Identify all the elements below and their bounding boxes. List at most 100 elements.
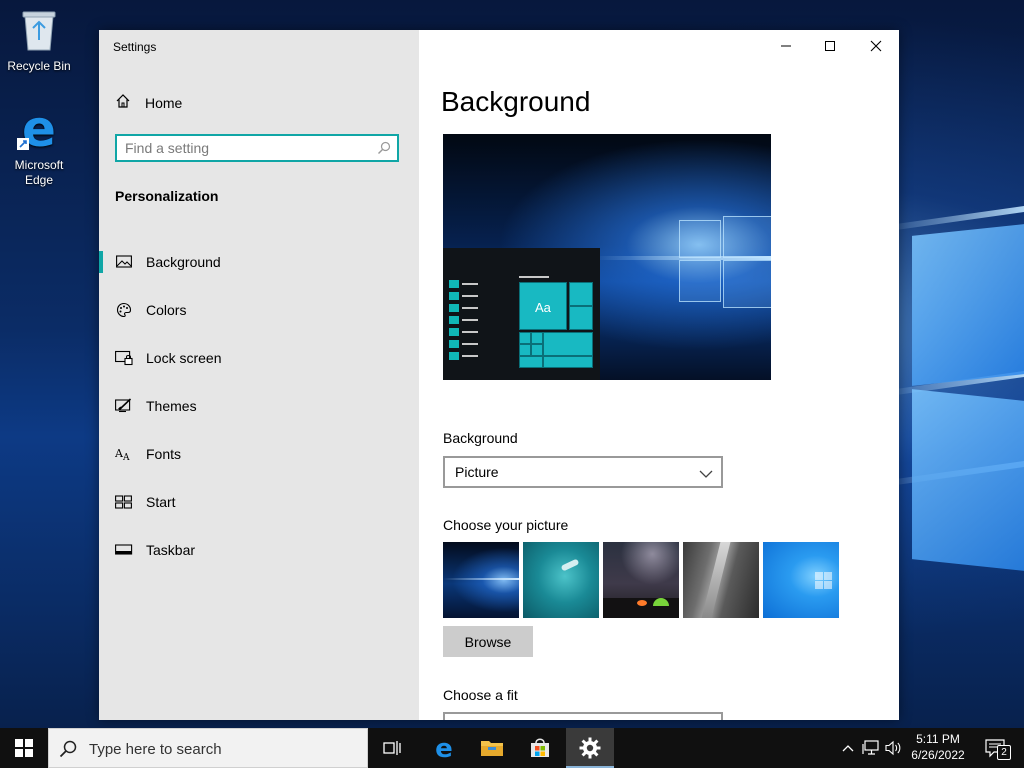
preview-light-beam	[593, 256, 771, 260]
taskbar-search-box[interactable]: Type here to search	[48, 728, 368, 768]
preview-app-icon	[449, 340, 459, 348]
wallpaper-thumbnail-windows-light[interactable]	[763, 542, 839, 618]
svg-text:e: e	[435, 736, 453, 760]
preview-tile	[543, 356, 593, 368]
edge-icon: e	[435, 736, 453, 760]
sidebar-item-label: Lock screen	[146, 350, 222, 366]
preview-window-pane	[679, 220, 721, 258]
thumbnail-campfire	[637, 600, 647, 606]
preview-app-line	[462, 283, 478, 285]
background-type-dropdown[interactable]: Picture	[443, 456, 723, 488]
preview-app-icon	[449, 352, 459, 360]
taskbar-app-store[interactable]	[516, 728, 564, 768]
background-type-label: Background	[443, 430, 518, 446]
content-pane: Background Aa Background Picture Choose …	[419, 30, 899, 720]
taskbar-app-edge[interactable]: e	[420, 728, 468, 768]
store-icon	[531, 738, 549, 757]
preview-window-pane	[679, 260, 721, 302]
preview-app-line	[462, 355, 478, 357]
sidebar-item-start[interactable]: Start	[99, 478, 419, 526]
preview-start-menu: Aa	[443, 248, 600, 380]
clock-time: 5:11 PM	[916, 732, 960, 746]
page-title: Background	[441, 86, 591, 117]
background-preview: Aa	[443, 134, 771, 380]
sidebar-item-home[interactable]: Home	[115, 92, 182, 114]
chevron-down-icon	[699, 466, 713, 484]
wallpaper-thumbnail-windows[interactable]	[443, 542, 519, 618]
preview-app-icon	[449, 280, 459, 288]
wallpaper-thumbnail-cliff[interactable]	[683, 542, 759, 618]
preview-app-line	[462, 331, 478, 333]
desktop-icon-microsoft-edge[interactable]: e Microsoft Edge	[0, 100, 78, 188]
chevron-up-icon	[842, 745, 854, 752]
section-title: Personalization	[115, 188, 219, 204]
taskbar: Type here to search e 5:11 PM 6/26/2022 …	[0, 728, 1024, 768]
network-tray-button[interactable]	[861, 738, 881, 758]
search-icon[interactable]	[377, 141, 391, 160]
settings-search-input[interactable]	[125, 139, 365, 157]
taskbar-icon	[115, 541, 133, 559]
taskbar-app-file-explorer[interactable]	[468, 728, 516, 768]
themes-icon	[115, 397, 133, 415]
taskbar-clock[interactable]: 5:11 PM 6/26/2022	[906, 731, 970, 763]
volume-tray-button[interactable]	[884, 738, 904, 758]
network-icon	[862, 740, 879, 755]
preview-tile	[569, 306, 593, 330]
thumbnail-logo-pane	[824, 581, 832, 589]
choose-fit-dropdown[interactable]	[443, 712, 723, 720]
lock-screen-icon	[115, 349, 133, 367]
sidebar-item-taskbar[interactable]: Taskbar	[99, 526, 419, 574]
sidebar-item-background[interactable]: Background	[99, 238, 419, 286]
sidebar-item-fonts[interactable]: AA Fonts	[99, 430, 419, 478]
desktop-icon-recycle-bin[interactable]: Recycle Bin	[0, 8, 78, 73]
preview-app-line	[462, 343, 478, 345]
taskbar-app-settings[interactable]	[566, 728, 614, 768]
sidebar-nav: Background Colors Lock screen Themes A A…	[99, 238, 419, 574]
clock-date: 6/26/2022	[911, 748, 965, 762]
notification-count-badge: 2	[997, 745, 1011, 760]
thumbnail-light-beam	[443, 578, 519, 580]
folder-icon	[481, 741, 503, 756]
settings-window: Settings Home Personalization Background	[99, 30, 899, 720]
sidebar-item-themes[interactable]: Themes	[99, 382, 419, 430]
preview-tile	[531, 332, 543, 344]
speaker-icon	[885, 740, 901, 756]
edge-icon: e	[15, 100, 63, 158]
preview-app-line	[519, 276, 549, 278]
wallpaper-thumbnail-underwater[interactable]	[523, 542, 599, 618]
preview-tile	[519, 356, 543, 368]
thumbnail-logo-pane	[824, 572, 832, 580]
settings-search-box[interactable]	[115, 134, 399, 162]
preview-app-line	[462, 307, 478, 309]
sidebar-item-label: Colors	[146, 302, 187, 318]
preview-app-line	[462, 295, 478, 297]
sidebar-item-colors[interactable]: Colors	[99, 286, 419, 334]
sidebar-item-label: Background	[146, 254, 221, 270]
preview-tile	[519, 344, 531, 356]
thumbnail-logo-pane	[815, 572, 823, 580]
preview-app-icon	[449, 292, 459, 300]
palette-icon	[115, 301, 133, 319]
browse-button[interactable]: Browse	[443, 626, 533, 657]
fonts-icon: AA	[115, 445, 133, 463]
start-button[interactable]	[0, 728, 48, 768]
sidebar: Settings Home Personalization Background	[99, 30, 419, 720]
preview-tile-text: Aa	[535, 300, 551, 315]
sidebar-item-label: Themes	[146, 398, 197, 414]
preview-tile	[569, 282, 593, 306]
sidebar-item-lock-screen[interactable]: Lock screen	[99, 334, 419, 382]
thumbnail-logo-pane	[815, 581, 823, 589]
wallpaper-window-pane	[912, 224, 1024, 386]
show-hidden-icons-button[interactable]	[838, 738, 858, 758]
task-view-button[interactable]	[368, 728, 416, 768]
preview-app-icon	[449, 304, 459, 312]
thumbnail-milky-way	[603, 542, 679, 602]
wallpaper-window-pane	[912, 389, 1024, 571]
preview-app-line	[462, 319, 478, 321]
choose-fit-label: Choose a fit	[443, 687, 518, 703]
start-icon	[115, 493, 133, 511]
wallpaper-thumbnail-night-sky[interactable]	[603, 542, 679, 618]
recycle-bin-icon	[0, 8, 78, 55]
action-center-button[interactable]: 2	[984, 738, 1011, 760]
sidebar-item-label: Taskbar	[146, 542, 196, 558]
